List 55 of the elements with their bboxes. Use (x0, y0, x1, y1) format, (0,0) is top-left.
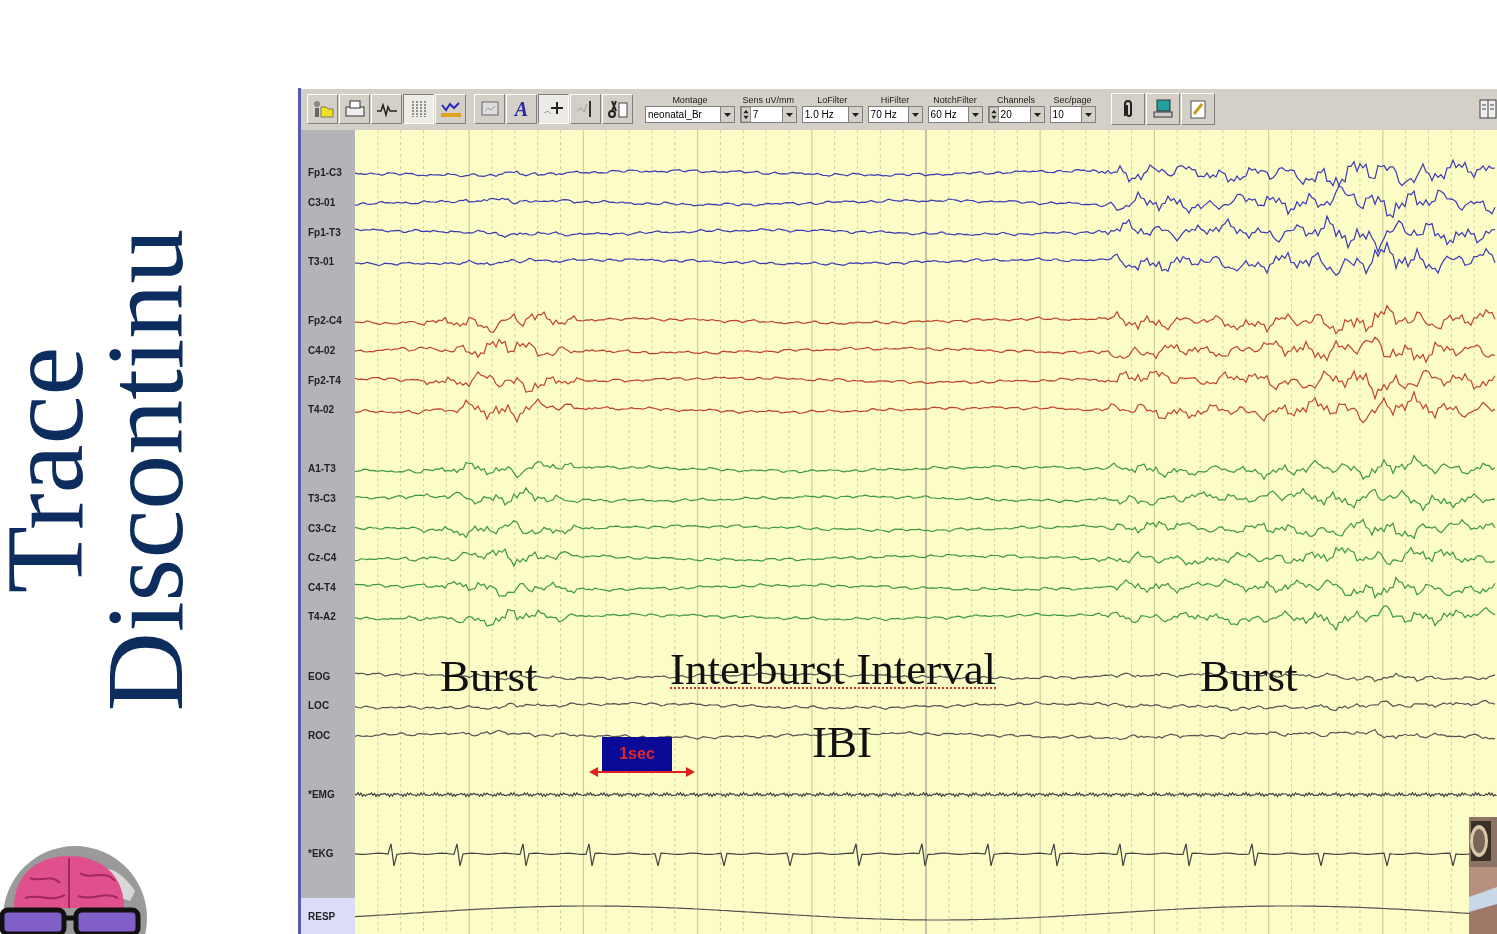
dropdown-caret-icon (719, 107, 734, 123)
dropdown-field[interactable]: 7 (739, 106, 797, 124)
book-icon[interactable] (1479, 98, 1497, 121)
dropdown-field[interactable]: 10 (1049, 106, 1096, 124)
channel-label[interactable]: Fp1-T3 (301, 217, 355, 247)
dropdown-caret-icon (847, 107, 862, 123)
field-label: NotchFilter (933, 95, 977, 107)
dropdown-field[interactable]: 60 Hz (927, 106, 983, 124)
field-label: Sens uV/mm (742, 95, 795, 107)
computer-icon (1151, 98, 1174, 121)
channel-label[interactable]: T3-C3 (301, 483, 355, 514)
dropdown-caret-icon (907, 107, 922, 123)
annotation-text: IBI (812, 715, 872, 768)
dropdown-field[interactable]: 1.0 Hz (801, 106, 863, 124)
dropdown-caret-icon (1029, 107, 1044, 123)
dropdown-caret-icon (781, 107, 796, 123)
channel-label[interactable]: C4-02 (301, 335, 355, 366)
channel-label[interactable]: C3-Cz (301, 513, 355, 543)
channel-label[interactable]: A1-T3 (301, 454, 355, 484)
field-label: Sec/page (1053, 95, 1092, 107)
printer-icon (343, 99, 366, 120)
channel-label[interactable]: Fp2-C4 (301, 306, 355, 336)
channel-label[interactable]: EOG (301, 661, 355, 691)
channel-label[interactable]: T3-01 (301, 246, 355, 277)
spinner-icon[interactable] (740, 107, 751, 123)
scissors-icon (606, 99, 629, 120)
channel-label[interactable]: ROC (301, 720, 355, 751)
channel-label[interactable]: Cz-C4 (301, 542, 355, 573)
toolbar-button[interactable]: A (506, 94, 537, 125)
slide-title: Trace Discontinu (0, 227, 195, 714)
channel-label[interactable]: C4-T4 (301, 572, 355, 603)
channel-label[interactable]: Fp2-T4 (301, 365, 355, 395)
channel-label[interactable]: *EKG (301, 838, 355, 869)
channel-label[interactable]: Fp1-C3 (301, 158, 355, 188)
channel-label[interactable]: *EMG (301, 779, 355, 810)
dropdown-field[interactable]: neonatal_Br (645, 106, 735, 124)
dropdown-caret-icon (967, 107, 982, 123)
channel-label[interactable]: RESP (301, 898, 355, 934)
double-arrow-icon (589, 765, 695, 778)
field-label: Montage (672, 95, 708, 107)
toolbar-button[interactable] (538, 94, 569, 125)
field-label: LoFilter (817, 95, 848, 107)
dropdown-field[interactable]: 70 Hz (867, 106, 923, 124)
field-label: HiFilter (880, 95, 910, 107)
channel-label[interactable]: LOC (301, 690, 355, 721)
chart-icon (439, 99, 462, 120)
field-label: Channels (997, 95, 1036, 107)
dropdown-field[interactable]: 20 (987, 106, 1045, 124)
spinner-icon[interactable] (988, 107, 999, 123)
channel-label[interactable]: T4-02 (301, 394, 355, 425)
channel-label[interactable]: T4-A2 (301, 602, 355, 632)
dropdown-caret-icon (1080, 107, 1095, 123)
folder-icon (311, 99, 334, 120)
channel-label[interactable]: C3-01 (301, 187, 355, 218)
scale-marker: 1sec (602, 736, 672, 772)
